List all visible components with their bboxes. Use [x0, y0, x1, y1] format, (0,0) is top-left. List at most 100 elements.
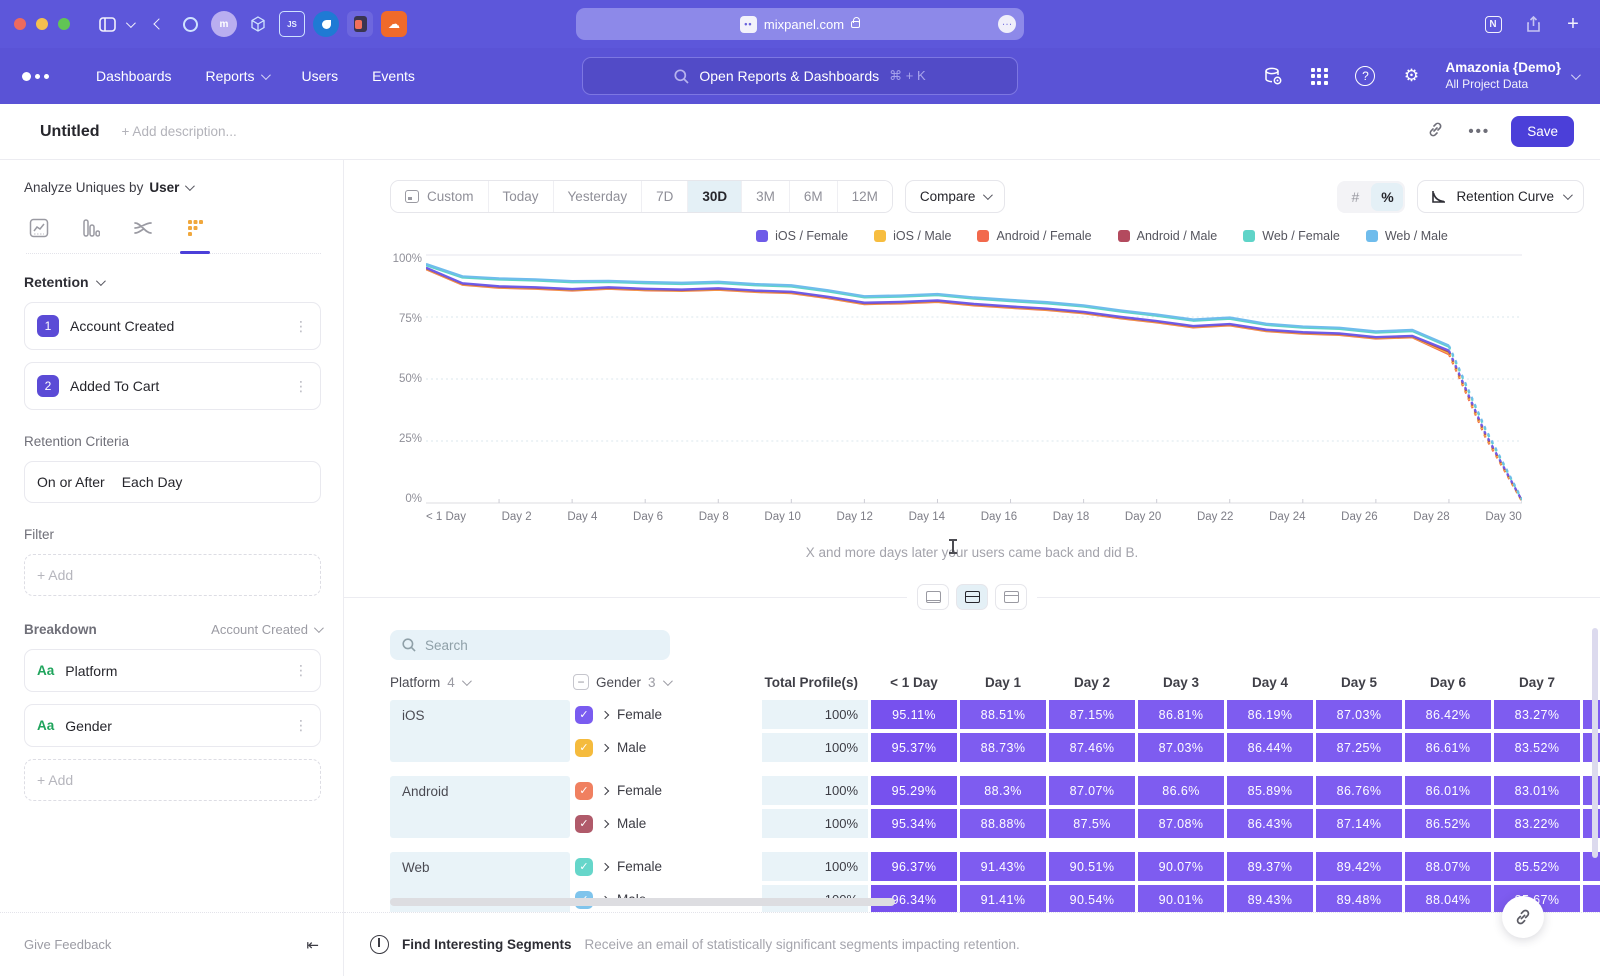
- project-switcher[interactable]: Amazonia {Demo} All Project Data: [1445, 60, 1578, 92]
- m-avatar-icon[interactable]: m: [211, 11, 237, 37]
- copy-link-icon[interactable]: [1423, 121, 1447, 142]
- retention-value-cell[interactable]: 89.48%: [1316, 885, 1402, 912]
- tab-flows[interactable]: [130, 215, 156, 241]
- kebab-menu-icon[interactable]: ⋮: [294, 662, 308, 679]
- url-bar[interactable]: •• mixpanel.com …: [576, 8, 1024, 40]
- notion-icon[interactable]: N: [1480, 11, 1506, 37]
- retention-value-cell[interactable]: 87.14%: [1316, 809, 1402, 838]
- retention-value-cell[interactable]: 86.42%: [1405, 700, 1491, 729]
- range-12m[interactable]: 12M: [838, 181, 892, 212]
- criteria-card[interactable]: On or After Each Day: [24, 461, 321, 503]
- criteria-interval[interactable]: Each Day: [122, 474, 183, 490]
- save-button[interactable]: Save: [1511, 116, 1574, 147]
- table-search-input[interactable]: Search: [390, 630, 670, 660]
- column-gender[interactable]: − Gender3: [573, 674, 759, 690]
- sidebar-chevron-icon[interactable]: [122, 11, 136, 37]
- apps-grid-icon[interactable]: [1307, 64, 1331, 88]
- retention-value-cell[interactable]: 87.15%: [1049, 700, 1135, 729]
- close-window-button[interactable]: [14, 18, 26, 30]
- nav-users[interactable]: Users: [302, 68, 339, 84]
- expand-chevron-icon[interactable]: [601, 744, 609, 752]
- step-card-account-created[interactable]: 1 Account Created ⋮: [24, 302, 321, 350]
- retention-value-cell[interactable]: 89.42%: [1316, 852, 1402, 881]
- retention-value-cell[interactable]: 90.07%: [1138, 852, 1224, 881]
- compare-button[interactable]: Compare: [905, 180, 1006, 213]
- share-icon[interactable]: [1520, 11, 1546, 37]
- cloud-icon[interactable]: ☁: [381, 11, 407, 37]
- retention-value-cell[interactable]: 83.22%: [1494, 809, 1580, 838]
- legend-item[interactable]: Android / Female: [977, 229, 1091, 243]
- add-description[interactable]: + Add description...: [122, 124, 237, 139]
- retention-value-cell[interactable]: 88.04%: [1405, 885, 1491, 912]
- bird-icon[interactable]: [313, 11, 339, 37]
- retention-value-cell[interactable]: 95.11%: [871, 700, 957, 729]
- minimize-window-button[interactable]: [36, 18, 48, 30]
- retention-value-cell[interactable]: 86.43%: [1227, 809, 1313, 838]
- legend-item[interactable]: Web / Female: [1243, 229, 1340, 243]
- retention-value-cell[interactable]: 88.51%: [960, 700, 1046, 729]
- retention-value-cell[interactable]: 90.01%: [1138, 885, 1224, 912]
- horizontal-scrollbar[interactable]: [390, 898, 895, 906]
- kebab-menu-icon[interactable]: ⋮: [294, 318, 308, 335]
- settings-gear-icon[interactable]: ⚙: [1399, 64, 1423, 88]
- new-tab-icon[interactable]: +: [1560, 11, 1586, 37]
- url-more-icon[interactable]: …: [998, 15, 1016, 33]
- column-day-5[interactable]: Day 5: [1316, 675, 1402, 690]
- legend-item[interactable]: Web / Male: [1366, 229, 1448, 243]
- range-7d[interactable]: 7D: [642, 181, 688, 212]
- report-title[interactable]: Untitled: [40, 123, 100, 141]
- give-feedback-link[interactable]: Give Feedback: [24, 937, 111, 952]
- retention-value-cell[interactable]: 87.5%: [1049, 809, 1135, 838]
- data-management-icon[interactable]: [1261, 64, 1285, 88]
- column-day-4[interactable]: Day 4: [1227, 675, 1313, 690]
- segments-title[interactable]: Find Interesting Segments: [402, 937, 572, 952]
- retention-value-cell[interactable]: 88.07%: [1405, 852, 1491, 881]
- column-platform[interactable]: Platform4: [390, 675, 570, 690]
- vertical-scrollbar[interactable]: [1592, 628, 1598, 858]
- tab-retention[interactable]: [182, 215, 208, 241]
- nav-events[interactable]: Events: [372, 68, 415, 84]
- step-card-added-to-cart[interactable]: 2 Added To Cart ⋮: [24, 362, 321, 410]
- legend-item[interactable]: Android / Male: [1118, 229, 1218, 243]
- segment-checkbox[interactable]: ✓: [575, 815, 593, 833]
- retention-value-cell[interactable]: 87.46%: [1049, 733, 1135, 762]
- zoom-window-button[interactable]: [58, 18, 70, 30]
- analyze-value-dropdown[interactable]: User: [149, 180, 179, 195]
- js-icon[interactable]: JS: [279, 11, 305, 37]
- breakdown-card-gender[interactable]: Aa Gender ⋮: [24, 704, 321, 747]
- retention-value-cell[interactable]: 86.6%: [1138, 776, 1224, 805]
- help-icon[interactable]: ?: [1353, 64, 1377, 88]
- cube-icon[interactable]: [245, 11, 271, 37]
- range-yesterday[interactable]: Yesterday: [554, 181, 643, 212]
- tab-funnels[interactable]: [78, 215, 104, 241]
- mixpanel-logo-icon[interactable]: [22, 72, 49, 81]
- more-menu-icon[interactable]: •••: [1467, 123, 1491, 140]
- layout-split-button[interactable]: [956, 584, 988, 610]
- retention-value-cell[interactable]: 87.03%: [1316, 700, 1402, 729]
- range-6m[interactable]: 6M: [790, 181, 838, 212]
- criteria-mode[interactable]: On or After: [37, 474, 105, 490]
- series-line-web-female[interactable]: [426, 265, 1449, 347]
- retention-value-cell[interactable]: 87.03%: [1138, 733, 1224, 762]
- retention-value-cell[interactable]: 95.29%: [871, 776, 957, 805]
- retention-value-cell[interactable]: 83.27%: [1494, 700, 1580, 729]
- expand-chevron-icon[interactable]: [601, 820, 609, 828]
- retention-value-cell[interactable]: 83.01%: [1494, 776, 1580, 805]
- platform-cell[interactable]: Android: [390, 776, 570, 838]
- segment-checkbox[interactable]: ✓: [575, 739, 593, 757]
- collapse-sidebar-icon[interactable]: ⇤: [306, 936, 319, 954]
- retention-value-cell[interactable]: 86.81%: [1138, 700, 1224, 729]
- retention-value-cell[interactable]: 90.54%: [1049, 885, 1135, 912]
- retention-value-cell[interactable]: 95.37%: [871, 733, 957, 762]
- copy-report-link-button[interactable]: [1502, 896, 1544, 938]
- expand-chevron-icon[interactable]: [601, 787, 609, 795]
- retention-value-cell[interactable]: 83.52%: [1494, 733, 1580, 762]
- add-filter-button[interactable]: + Add: [24, 554, 321, 596]
- retention-value-cell[interactable]: 91.43%: [960, 852, 1046, 881]
- retention-value-cell[interactable]: 88.73%: [960, 733, 1046, 762]
- retention-value-cell[interactable]: 86.61%: [1405, 733, 1491, 762]
- nav-dashboards[interactable]: Dashboards: [96, 68, 172, 84]
- retention-value-cell[interactable]: 96.37%: [871, 852, 957, 881]
- range-30d[interactable]: 30D: [688, 181, 742, 212]
- retention-value-cell[interactable]: 87.25%: [1316, 733, 1402, 762]
